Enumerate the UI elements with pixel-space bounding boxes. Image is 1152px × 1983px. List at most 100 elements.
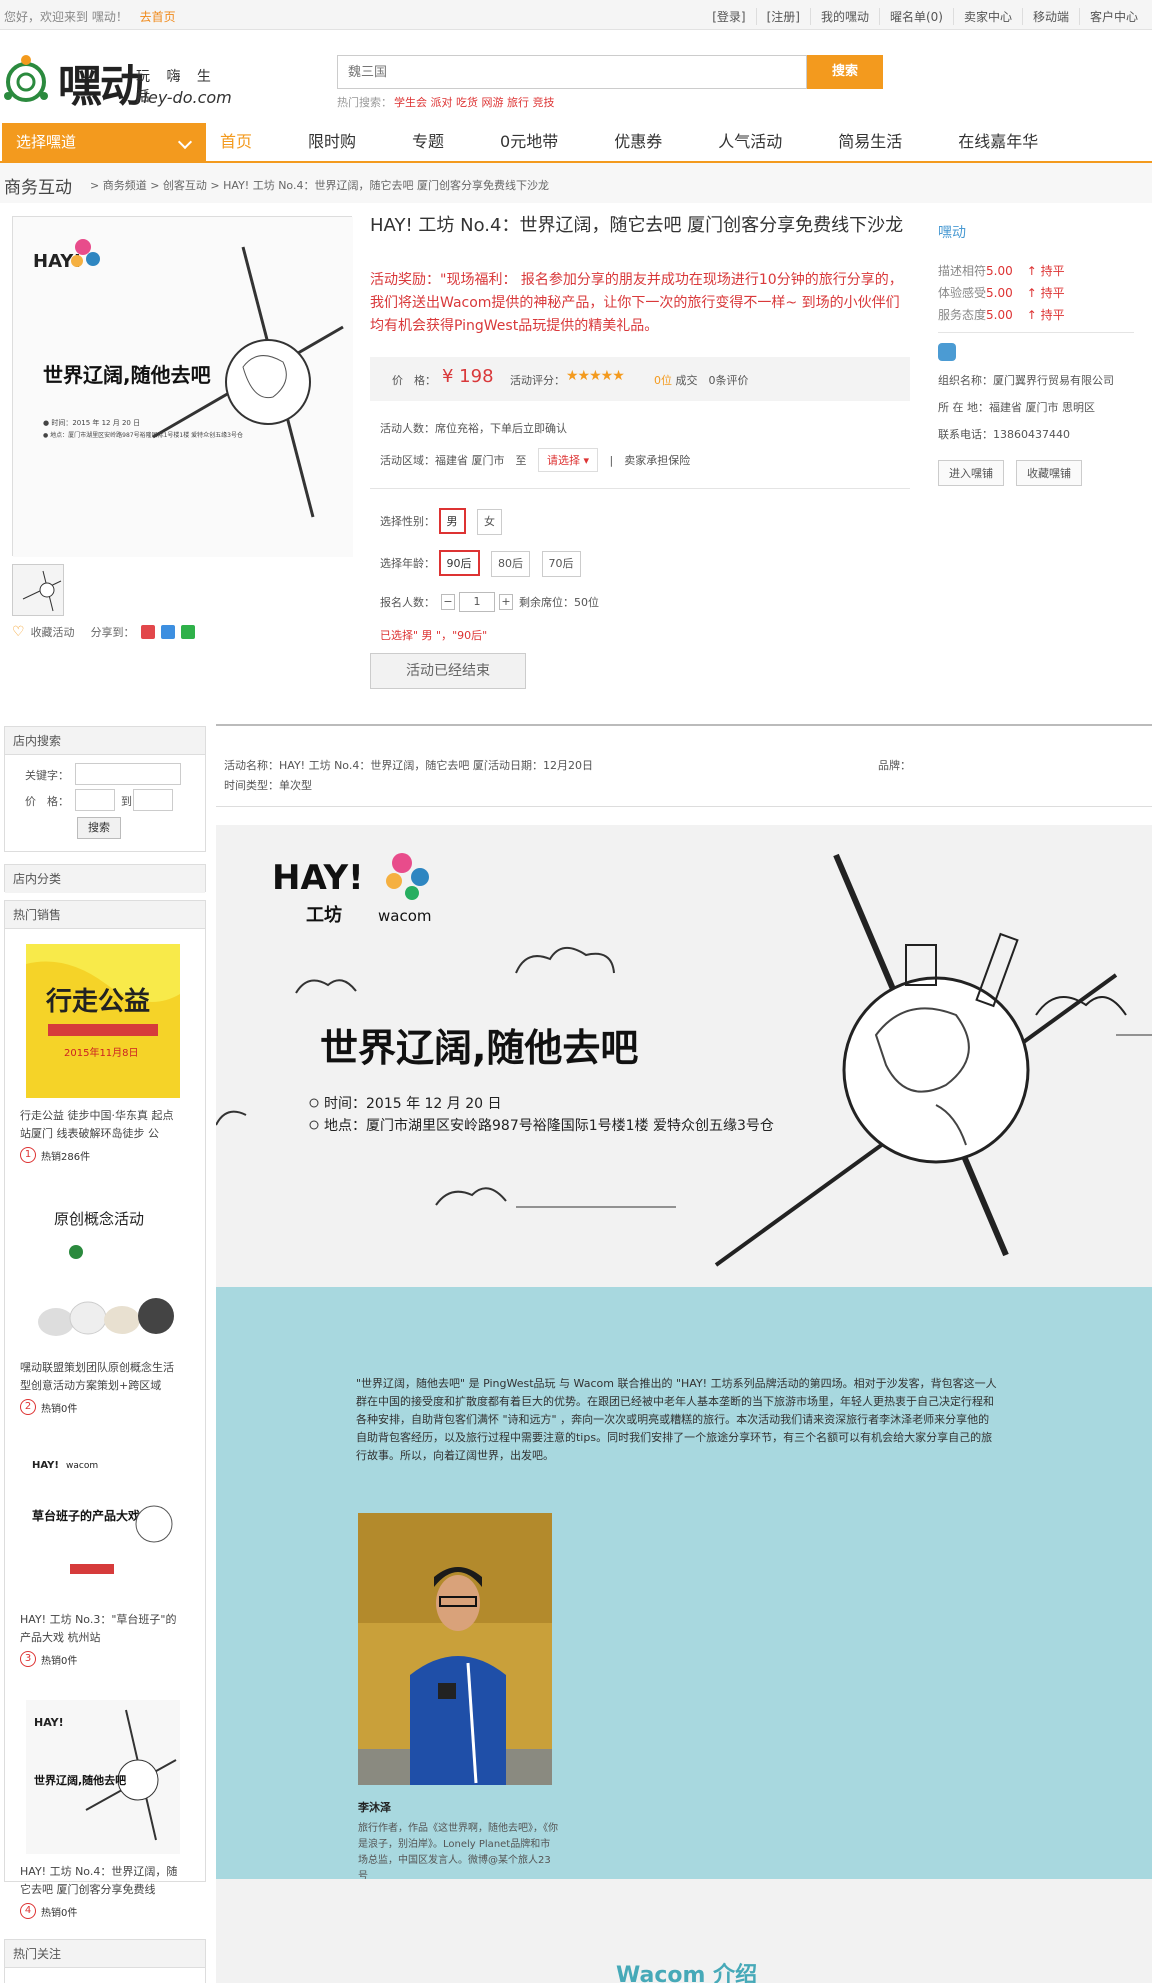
qty-plus-button[interactable]: + (499, 594, 513, 610)
qty-input[interactable]: 1 (459, 592, 495, 612)
banner-graphic: HAY! 工坊 wacom 世界辽阔,随他去吧 时间：2015 年 12 月 2… (215, 825, 1152, 1287)
deal-count: 0位 (654, 374, 672, 387)
seller-center-menu[interactable]: 卖家中心 (952, 8, 1022, 25)
category-dropdown[interactable]: 选择嘿道 (2, 123, 206, 161)
breadcrumb-path[interactable]: > 商务频道 > 创客互动 > HAY! 工坊 No.4：世界辽阔，随它去吧 厦… (90, 177, 549, 193)
section-divider (216, 724, 1152, 726)
home-link[interactable]: 去首页 (140, 10, 176, 24)
favorite-link[interactable]: 收藏活动 (31, 624, 75, 640)
nav-item-home[interactable]: 首页 (220, 123, 252, 161)
score-value: 5.00 (986, 308, 1013, 322)
score-trend: 持平 (1040, 308, 1065, 322)
poster-address: ● 地点：厦门市湖里区安岭路987号裕隆国际1号楼1楼 爱特众创五缘3号仓 (43, 431, 243, 439)
product-poster-graphic: HAY! 世界辽阔,随他去吧 ● 时间：2015 年 12 月 20 日 ● 地… (13, 217, 353, 557)
site-logo[interactable]: 嘿动 玩 嗨 生 活 Hey-do.com (4, 46, 244, 112)
wacom-section: Wacom 介绍 (216, 1879, 1152, 1983)
nav-item-coupons[interactable]: 优惠券 (614, 123, 662, 161)
arrow-up-icon: ↑ (1026, 308, 1041, 322)
nav-item-topics[interactable]: 专题 (412, 123, 444, 161)
hot-item-sales: 1 热销286件 (20, 1147, 184, 1163)
age-option-80s[interactable]: 80后 (491, 551, 530, 577)
wishlist-link[interactable]: 曜名单(0) (878, 8, 953, 25)
favorite-shop-button[interactable]: 收藏嘿铺 (1016, 460, 1082, 486)
hot-search-keywords[interactable]: 学生会 派对 吃货 网游 旅行 竞技 (394, 96, 554, 109)
top-links: [登录] [注册] 我的嘿动 曜名单(0) 卖家中心 移动端 客户中心 (702, 8, 1148, 25)
hot-item-title[interactable]: HAY! 工坊 No.3："草台班子"的产品大戏 杭州站 (20, 1611, 184, 1647)
people-label: 活动人数： (380, 422, 435, 435)
shop-search-button[interactable]: 搜索 (77, 817, 121, 839)
score-trend: 持平 (1040, 264, 1065, 278)
nav-item-carnival[interactable]: 在线嘉年华 (958, 123, 1038, 161)
price-min-input[interactable] (75, 789, 115, 811)
hot-item-2-pic-text: 原创概念活动 (54, 1210, 144, 1228)
main-nav: 选择嘿道 首页 限时购 专题 0元地带 优惠券 人气活动 简易生活 在线嘉年华 (0, 123, 1152, 161)
hot-item[interactable]: HAY! 世界辽阔,随他去吧 HAY! 工坊 No.4：世界辽阔，随它去吧 厦门… (20, 1700, 184, 1919)
divider (938, 332, 1134, 333)
hot-item[interactable]: HAY! wacom 草台班子的产品大戏 HAY! 工坊 No.3："草台班子"… (20, 1448, 184, 1667)
category-label: 选择嘿道 (16, 133, 77, 151)
banner-address: 地点：厦门市湖里区安岭路987号裕隆国际1号楼1楼 爱特众创五缘3号仓 (324, 1117, 774, 1134)
shop-category-title[interactable]: 店内分类 (5, 865, 205, 893)
qq-icon[interactable] (938, 343, 956, 361)
activity-meta: 活动名称：HAY! 工坊 No.4：世界辽阔，随它去吧 厦门创... 活动日期：… (216, 756, 1152, 807)
seller-name[interactable]: 嘿动 (938, 222, 1134, 242)
enter-shop-button[interactable]: 进入嘿铺 (938, 460, 1004, 486)
age-option-90s[interactable]: 90后 (438, 550, 480, 576)
sold-count: 热销0件 (41, 1907, 78, 1919)
qzone-icon[interactable] (160, 625, 175, 639)
meta-row: 活动名称：HAY! 工坊 No.4：世界辽阔，随它去吧 厦门创... 活动日期：… (216, 756, 1152, 776)
score-row: 体验感受5.00 ↑ 持平 (938, 282, 1134, 304)
search-button[interactable]: 搜索 (807, 55, 883, 89)
gender-option-male[interactable]: 男 (438, 508, 466, 534)
hot-item[interactable]: 原创概念活动 嘿动联盟策划团队原创概念生活型创意活动方案策划+跨区域 2 热销0件 (20, 1196, 184, 1415)
nav-item-flash-sale[interactable]: 限时购 (308, 123, 356, 161)
breadcrumb-root[interactable]: 商务互动 (4, 173, 72, 198)
activity-banner: HAY! 工坊 wacom 世界辽阔,随他去吧 时间：2015 年 12 月 2… (215, 825, 1152, 1287)
speaker-photo (358, 1513, 552, 1785)
score-label: 描述相符 (938, 264, 987, 278)
product-main-image[interactable]: HAY! 世界辽阔,随他去吧 ● 时间：2015 年 12 月 20 日 ● 地… (12, 216, 353, 557)
speaker-bio: 旅行作者，作品《这世界啊，随他去吧》，《你是浪子，别泊岸》。Lonely Pla… (358, 1823, 558, 1882)
gender-option-female[interactable]: 女 (477, 509, 502, 535)
nav-item-popular[interactable]: 人气活动 (718, 123, 782, 161)
nav-items: 首页 限时购 专题 0元地带 优惠券 人气活动 简易生活 在线嘉年华 (220, 123, 1094, 161)
keyword-input[interactable] (75, 763, 181, 785)
hot-item-3-pic-text: 草台班子的产品大戏 (32, 1508, 140, 1523)
login-link[interactable]: [登录] (702, 8, 755, 25)
hot-item-image: HAY! wacom 草台班子的产品大戏 (26, 1448, 180, 1602)
hot-item-sales: 4 热销0件 (20, 1903, 184, 1919)
deal-label: 成交 (675, 374, 698, 387)
activity-ended-button[interactable]: 活动已经结束 (370, 653, 526, 689)
search-bar: 搜索 (337, 55, 883, 89)
nav-item-simple-life[interactable]: 简易生活 (838, 123, 902, 161)
nav-item-free-zone[interactable]: 0元地带 (500, 123, 558, 161)
banner-wacom: wacom (378, 907, 432, 925)
rank-badge: 2 (20, 1399, 36, 1415)
age-option-70s[interactable]: 70后 (541, 551, 581, 577)
share-label: 分享到： (90, 626, 135, 639)
qty-minus-button[interactable]: − (441, 594, 455, 610)
meta-type: 时间类型：单次型 (224, 779, 312, 792)
search-input[interactable] (337, 55, 807, 89)
mobile-menu[interactable]: 移动端 (1021, 8, 1079, 25)
review-count[interactable]: 0条评价 (709, 374, 749, 387)
price-max-input[interactable] (133, 789, 173, 811)
hot-item-title[interactable]: 嘿动联盟策划团队原创概念生活型创意活动方案策划+跨区域 (20, 1359, 184, 1395)
selection-summary: 已选择" 男 "，"90后" (380, 629, 488, 642)
sold-count: 热销0件 (41, 1655, 78, 1667)
region-label: 活动区域： (380, 454, 435, 467)
wechat-icon[interactable] (180, 625, 195, 639)
wacom-heading: Wacom 介绍 (616, 1963, 758, 1983)
customer-center-menu[interactable]: 客户中心 (1078, 8, 1148, 25)
weibo-icon[interactable] (140, 625, 155, 639)
my-heydo-menu[interactable]: 我的嘿动 (809, 8, 879, 25)
hot-item-title[interactable]: 行走公益 徒步中国·华东真 起点站厦门 线表破解环岛徒步 公 (20, 1107, 184, 1143)
heart-icon[interactable]: ♡ (12, 624, 25, 640)
hot-item[interactable]: 行走公益 2015年11月8日 行走公益 徒步中国·华东真 起点站厦门 线表破解… (20, 944, 184, 1163)
region-select[interactable]: 请选择 ▾ (538, 448, 599, 472)
price-label: 价 格： (392, 374, 436, 387)
product-thumbnail[interactable] (12, 564, 64, 616)
hot-item-title[interactable]: HAY! 工坊 No.4：世界辽阔，随它去吧 厦门创客分享免费线 (20, 1863, 184, 1899)
register-link[interactable]: [注册] (755, 8, 810, 25)
meta-activity-date: 活动日期：12月20日 (488, 759, 593, 772)
